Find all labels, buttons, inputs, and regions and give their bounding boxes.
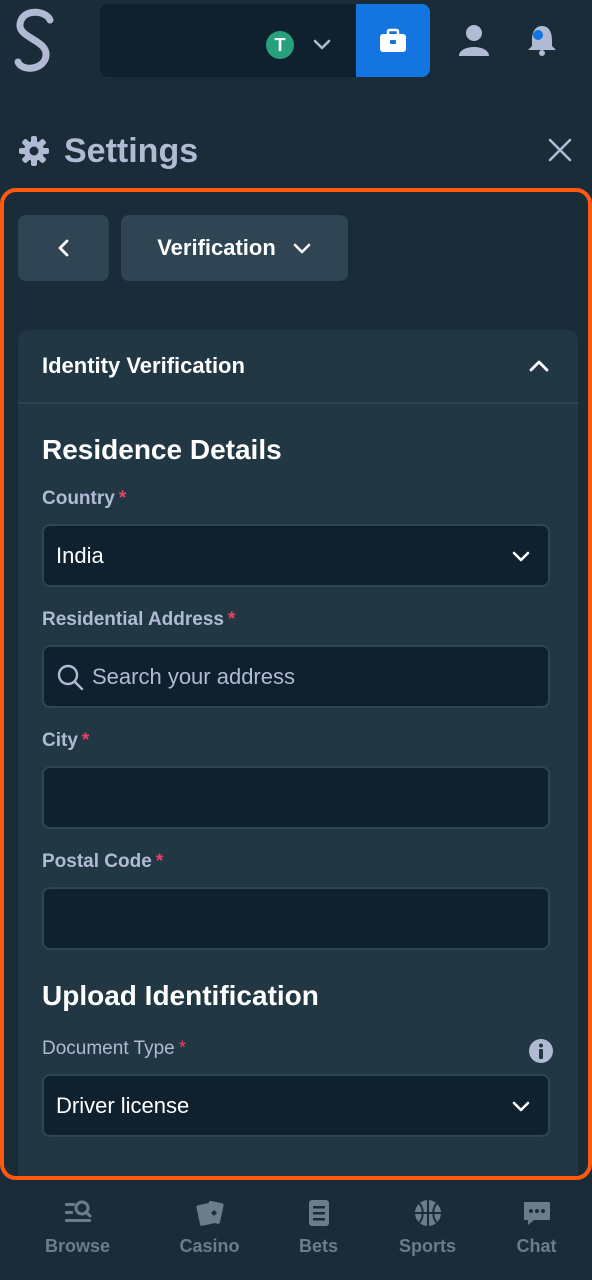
card-title: Identity Verification bbox=[42, 353, 245, 378]
betslip-icon bbox=[308, 1200, 329, 1226]
section-dropdown[interactable]: Verification bbox=[121, 215, 348, 281]
chevron-down-icon bbox=[293, 243, 311, 254]
chat-icon bbox=[523, 1202, 550, 1225]
top-bar: T bbox=[0, 0, 592, 86]
residence-heading: Residence Details bbox=[42, 434, 282, 465]
nav-browse[interactable]: Browse bbox=[0, 1182, 155, 1280]
settings-title: Settings bbox=[64, 131, 199, 170]
settings-panel: Verification Identity Verification Resid… bbox=[0, 188, 592, 1180]
postal-code-input[interactable] bbox=[42, 887, 550, 950]
address-label: Residential Address * bbox=[42, 609, 236, 630]
address-search-input[interactable]: Search your address bbox=[42, 645, 550, 708]
document-type-select[interactable]: Driver license bbox=[42, 1074, 550, 1137]
wallet-icon bbox=[380, 28, 406, 52]
chevron-left-icon bbox=[58, 239, 68, 257]
close-icon[interactable] bbox=[546, 136, 574, 164]
upload-heading: Upload Identification bbox=[42, 980, 319, 1011]
chevron-up-icon[interactable] bbox=[528, 355, 550, 377]
identity-verification-card: Identity Verification Residence Details … bbox=[18, 330, 578, 1176]
country-label: Country * bbox=[42, 488, 127, 509]
back-button[interactable] bbox=[18, 215, 109, 281]
search-icon bbox=[57, 664, 84, 690]
browse-icon bbox=[64, 1200, 91, 1222]
nav-bets[interactable]: Bets bbox=[264, 1182, 373, 1280]
card-header[interactable]: Identity Verification bbox=[18, 330, 578, 404]
gear-icon bbox=[19, 136, 49, 166]
document-type-label: Document Type * bbox=[42, 1038, 187, 1059]
chevron-down-icon bbox=[512, 1101, 530, 1112]
address-placeholder: Search your address bbox=[92, 663, 295, 689]
chevron-down-icon bbox=[512, 551, 530, 562]
cards-icon bbox=[195, 1200, 224, 1226]
city-input[interactable] bbox=[42, 766, 550, 829]
nav-casino[interactable]: Casino bbox=[155, 1182, 264, 1280]
country-select[interactable]: India bbox=[42, 524, 550, 587]
logo-icon[interactable] bbox=[12, 6, 60, 76]
tether-icon: T bbox=[266, 31, 294, 59]
postal-code-label: Postal Code * bbox=[42, 851, 164, 872]
nav-chat[interactable]: Chat bbox=[482, 1182, 591, 1280]
city-label: City * bbox=[42, 730, 90, 751]
bell-icon[interactable] bbox=[524, 22, 560, 58]
user-icon[interactable] bbox=[456, 22, 492, 58]
wallet-balance[interactable]: T bbox=[100, 4, 430, 77]
section-dropdown-label: Verification bbox=[157, 235, 276, 260]
document-type-value: Driver license bbox=[56, 1092, 190, 1118]
info-icon[interactable] bbox=[528, 1038, 554, 1064]
basketball-icon bbox=[414, 1200, 441, 1226]
country-value: India bbox=[56, 542, 104, 568]
nav-sports[interactable]: Sports bbox=[373, 1182, 482, 1280]
bottom-nav: Browse Casino Bets Sports Chat bbox=[0, 1182, 592, 1280]
settings-header: Settings bbox=[18, 128, 198, 174]
wallet-button[interactable] bbox=[356, 4, 430, 77]
chevron-down-icon[interactable] bbox=[310, 32, 334, 56]
